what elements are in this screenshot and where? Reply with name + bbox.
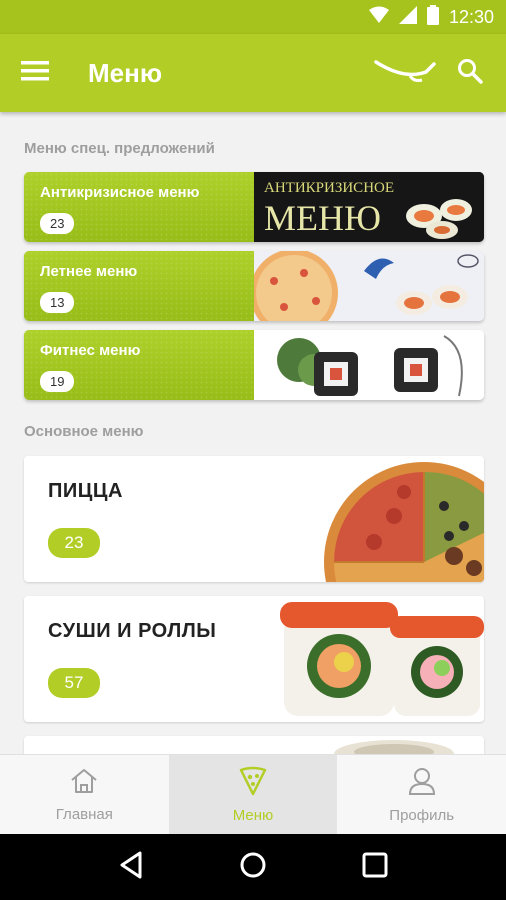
app-bar: Меню — [0, 34, 506, 112]
battery-icon — [426, 4, 439, 30]
recents-icon[interactable] — [362, 852, 388, 883]
hamburger-icon — [21, 60, 49, 87]
special-card-name: Летнее меню — [40, 263, 138, 280]
search-button[interactable] — [440, 34, 500, 112]
cart-button[interactable] — [370, 34, 440, 112]
special-card-count: 19 — [40, 371, 75, 392]
nav-item-menu[interactable]: Меню — [168, 755, 338, 834]
nav-label-menu: Меню — [232, 806, 274, 824]
special-card-name: Фитнес меню — [40, 342, 141, 359]
special-card-summer[interactable]: Летнее меню 13 — [24, 251, 484, 321]
wifi-icon — [368, 6, 389, 29]
status-bar: 12:30 — [0, 0, 506, 34]
category-image — [274, 736, 484, 754]
menu-content[interactable]: Меню спец. предложений Антикризисное мен… — [0, 112, 506, 754]
category-card-sushi[interactable]: СУШИ И РОЛЛЫ 57 — [24, 596, 484, 722]
category-card-third[interactable] — [24, 736, 484, 754]
special-card-fitness[interactable]: Фитнес меню 19 — [24, 330, 484, 400]
search-icon — [457, 58, 483, 89]
nav-item-profile[interactable]: Профиль — [337, 755, 506, 834]
category-count: 23 — [48, 528, 100, 558]
special-card-anticrisis[interactable]: Антикризисное меню 23 АНТИКРИЗИСНОЕ МЕНЮ — [24, 172, 484, 242]
category-name: СУШИ И РОЛЛЫ — [48, 620, 217, 642]
category-card-pizza[interactable]: ПИЦЦА 23 — [24, 456, 484, 582]
bottom-navigation: Главная Меню Профиль — [0, 754, 506, 834]
back-icon[interactable] — [118, 851, 144, 884]
home-circle-icon[interactable] — [239, 851, 267, 884]
special-card-count: 13 — [40, 292, 75, 313]
status-time: 12:30 — [448, 6, 494, 27]
banner-text-1: АНТИКРИЗИСНОЕ — [264, 180, 394, 196]
cart-dish-icon — [374, 58, 436, 89]
system-navigation-bar — [0, 834, 506, 900]
main-section-title: Основное меню — [24, 423, 144, 440]
nav-item-home[interactable]: Главная — [0, 755, 169, 834]
banner-text-2: МЕНЮ — [264, 198, 381, 238]
pizza-slice-icon — [238, 766, 268, 801]
signal-icon — [398, 5, 417, 29]
category-count: 57 — [48, 668, 100, 698]
profile-icon — [407, 766, 437, 801]
hamburger-menu-button[interactable] — [0, 34, 70, 112]
special-card-count: 23 — [40, 213, 75, 234]
fitness-banner-image — [254, 330, 484, 400]
nav-label-profile: Профиль — [389, 806, 455, 824]
nav-label-home: Главная — [55, 805, 113, 823]
special-card-name: Антикризисное меню — [40, 184, 200, 201]
summer-banner-image — [250, 251, 484, 321]
pizza-image — [274, 456, 484, 582]
home-icon — [69, 767, 99, 800]
special-section-title: Меню спец. предложений — [24, 140, 215, 157]
anticrisis-banner-image: АНТИКРИЗИСНОЕ МЕНЮ — [254, 172, 484, 242]
category-name: ПИЦЦА — [48, 480, 123, 502]
sushi-image — [274, 596, 484, 722]
page-title: Меню — [88, 57, 163, 88]
